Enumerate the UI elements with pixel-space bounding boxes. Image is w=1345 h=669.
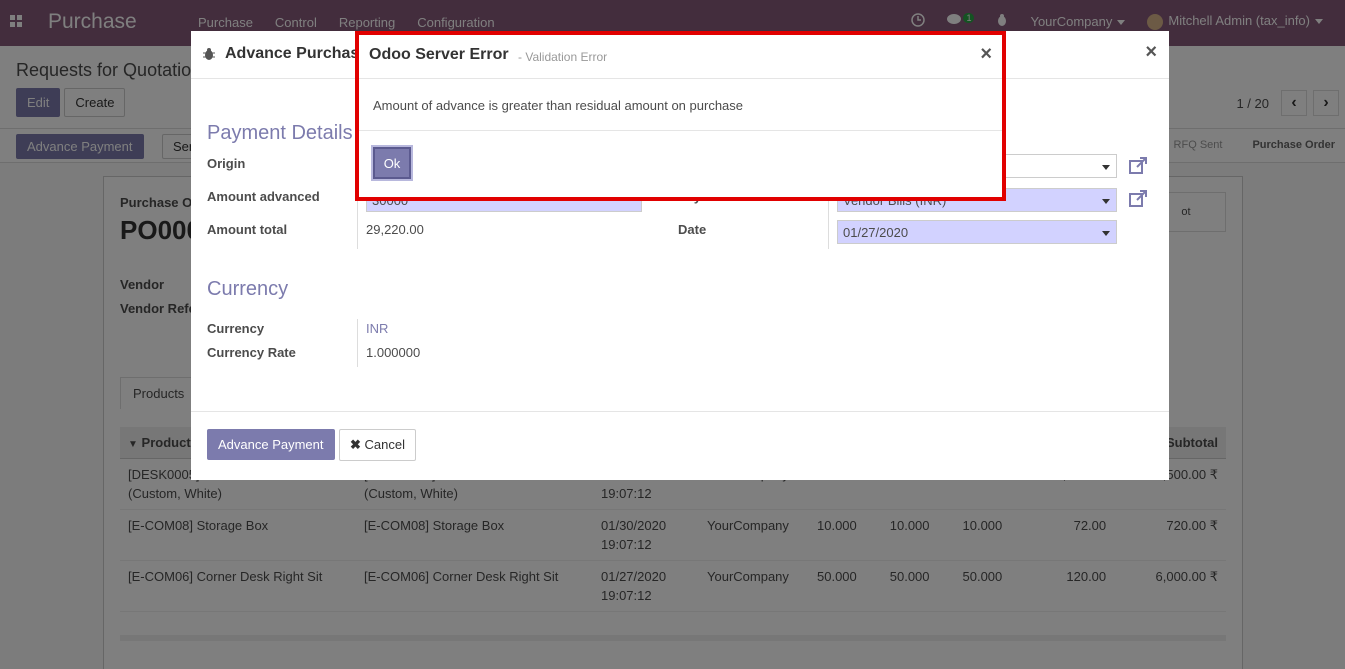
dialog-footer: Advance Payment ✖ Cancel <box>191 411 1169 480</box>
error-title: Odoo Server Error <box>369 46 509 63</box>
currency-title: Currency <box>207 278 289 300</box>
payment-details-title: Payment Details <box>207 122 353 144</box>
error-message: Amount of advance is greater than residu… <box>373 98 744 113</box>
currency-link[interactable]: INR <box>366 321 388 336</box>
date-label: Date <box>678 222 707 237</box>
currency-rate-label: Currency Rate <box>207 345 296 360</box>
error-subtitle: - Validation Error <box>518 50 608 64</box>
chevron-down-icon <box>1102 199 1110 204</box>
amount-total-value: 29,220.00 <box>366 222 424 237</box>
origin-label: Origin <box>207 156 246 171</box>
currency-rate-value: 1.000000 <box>366 345 421 360</box>
error-header: Odoo Server Error - Validation Error × <box>359 35 1002 79</box>
cancel-button[interactable]: ✖ Cancel <box>339 429 416 461</box>
divider <box>359 130 1002 131</box>
external-link-icon[interactable] <box>1128 189 1148 209</box>
close-icon: ✖ <box>350 437 361 452</box>
amount-advanced-label: Amount advanced <box>207 189 320 204</box>
close-icon[interactable]: × <box>980 43 992 66</box>
cancel-label: Cancel <box>364 437 405 452</box>
advance-payment-button[interactable]: Advance Payment <box>207 429 335 460</box>
date-value: 01/27/2020 <box>843 225 909 240</box>
date-input[interactable]: 01/27/2020 <box>837 220 1117 244</box>
close-icon[interactable]: × <box>1145 41 1157 64</box>
bug-icon <box>203 48 215 60</box>
server-error-dialog: Odoo Server Error - Validation Error × A… <box>355 31 1006 201</box>
external-link-icon[interactable] <box>1128 156 1148 176</box>
chevron-down-icon <box>1102 231 1110 236</box>
divider <box>357 319 358 367</box>
amount-total-label: Amount total <box>207 222 288 237</box>
ok-button[interactable]: Ok <box>373 147 411 179</box>
chevron-down-icon <box>1102 165 1110 170</box>
currency-label: Currency <box>207 321 265 336</box>
